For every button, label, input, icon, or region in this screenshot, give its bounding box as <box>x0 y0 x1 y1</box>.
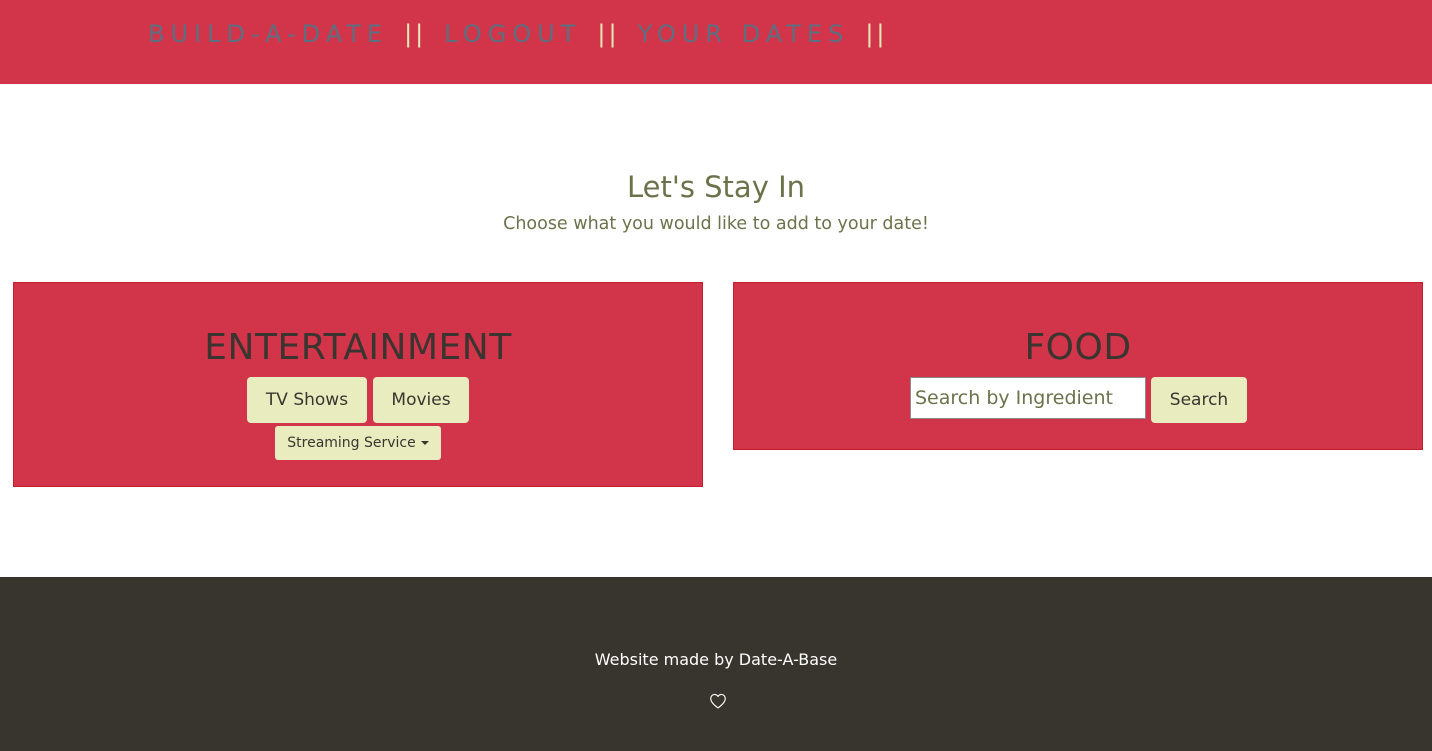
top-navbar: BUILD-A-DATE || LOGOUT || YOUR DATES || <box>0 0 1432 84</box>
streaming-service-label: Streaming Service <box>287 435 416 451</box>
page-subtitle: Choose what you would like to add to you… <box>503 214 929 234</box>
nav-link-your-dates[interactable]: YOUR DATES <box>638 20 850 48</box>
nav-separator: || <box>597 20 620 48</box>
food-card: FOOD Search <box>733 282 1423 450</box>
nav-separator: || <box>404 20 427 48</box>
footer: Website made by Date-A-Base <box>0 577 1432 751</box>
footer-credit: Website made by Date-A-Base <box>594 650 838 669</box>
heart-icon <box>710 693 726 709</box>
nav-link-build-a-date[interactable]: BUILD-A-DATE <box>148 20 388 48</box>
movies-button[interactable]: Movies <box>373 377 469 423</box>
streaming-service-dropdown[interactable]: Streaming Service <box>275 426 441 460</box>
tv-shows-button[interactable]: TV Shows <box>247 377 367 423</box>
nav-link-logout[interactable]: LOGOUT <box>444 20 581 48</box>
entertainment-title: ENTERTAINMENT <box>204 327 512 368</box>
food-title: FOOD <box>1024 327 1132 368</box>
search-button[interactable]: Search <box>1151 377 1247 423</box>
entertainment-card: ENTERTAINMENT TV Shows Movies Streaming … <box>13 282 703 487</box>
ingredient-search-input[interactable] <box>910 377 1146 419</box>
nav-separator: || <box>865 20 888 48</box>
nav-links: BUILD-A-DATE || LOGOUT || YOUR DATES || <box>148 18 906 50</box>
page-title: Let's Stay In <box>626 170 806 204</box>
caret-down-icon <box>420 441 429 445</box>
